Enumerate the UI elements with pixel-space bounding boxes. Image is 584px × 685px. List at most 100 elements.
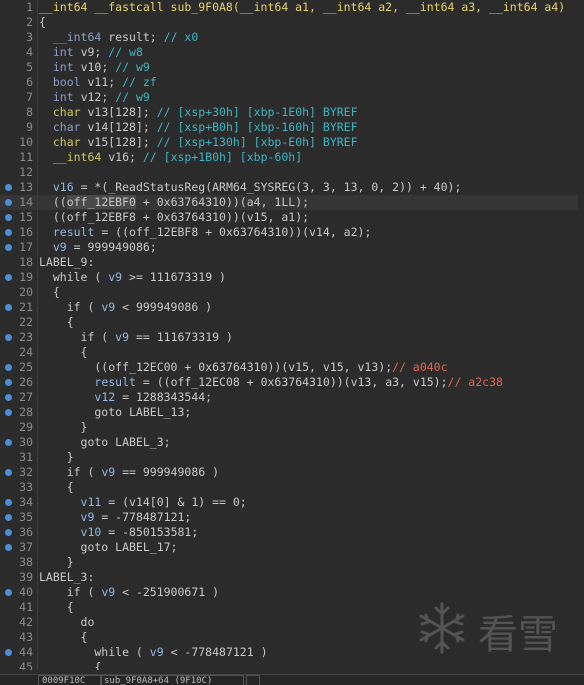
line-gutter[interactable]: 34	[0, 495, 38, 510]
line-gutter[interactable]: 41	[0, 600, 38, 615]
code-text[interactable]: {	[39, 345, 88, 360]
breakpoint-dot-icon[interactable]	[5, 364, 12, 371]
code-text[interactable]: v10 = -850153581;	[39, 525, 199, 540]
code-text[interactable]: LABEL_9:	[39, 255, 94, 270]
code-text[interactable]: goto LABEL_17;	[39, 540, 178, 555]
line-gutter[interactable]: 22	[0, 315, 38, 330]
line-gutter[interactable]: 31	[0, 450, 38, 465]
code-line[interactable]: 11 __int64 v16; // [xsp+1B0h] [xbp-60h]	[0, 150, 584, 165]
line-gutter[interactable]: 9	[0, 120, 38, 135]
code-text[interactable]: char v13[128]; // [xsp+30h] [xbp-1E0h] B…	[39, 105, 358, 120]
line-gutter[interactable]: 18	[0, 255, 38, 270]
breakpoint-dot-icon[interactable]	[5, 379, 12, 386]
code-line[interactable]: 26 result = ((off_12EC08 + 0x63764310))(…	[0, 375, 584, 390]
code-text[interactable]: {	[39, 15, 46, 30]
line-gutter[interactable]: 16	[0, 225, 38, 240]
breakpoint-dot-icon[interactable]	[5, 229, 12, 236]
code-text[interactable]: v11 = (v14[0] & 1) == 0;	[39, 495, 247, 510]
line-gutter[interactable]: 26	[0, 375, 38, 390]
code-line[interactable]: 14 ((off_12EBF0 + 0x63764310))(a4, 1LL);	[0, 195, 584, 210]
breakpoint-dot-icon[interactable]	[5, 529, 12, 536]
code-line[interactable]: 30 goto LABEL_3;	[0, 435, 584, 450]
code-line[interactable]: 7 int v12; // w9	[0, 90, 584, 105]
line-gutter[interactable]: 44	[0, 645, 38, 660]
breakpoint-dot-icon[interactable]	[5, 514, 12, 521]
line-gutter[interactable]: 15	[0, 210, 38, 225]
code-text[interactable]: {	[39, 315, 74, 330]
line-gutter[interactable]: 24	[0, 345, 38, 360]
code-text[interactable]: v16 = *(_ReadStatusReg(ARM64_SYSREG(3, 3…	[39, 180, 462, 195]
code-line[interactable]: 13 v16 = *(_ReadStatusReg(ARM64_SYSREG(3…	[0, 180, 584, 195]
code-line[interactable]: 20 {	[0, 285, 584, 300]
code-line[interactable]: 23 if ( v9 == 111673319 )	[0, 330, 584, 345]
line-gutter[interactable]: 3	[0, 30, 38, 45]
line-gutter[interactable]: 32	[0, 465, 38, 480]
breakpoint-dot-icon[interactable]	[5, 544, 12, 551]
line-gutter[interactable]: 29	[0, 420, 38, 435]
line-gutter[interactable]: 2	[0, 15, 38, 30]
code-line[interactable]: 6 bool v11; // zf	[0, 75, 584, 90]
code-line[interactable]: 29 }	[0, 420, 584, 435]
code-text[interactable]: {	[39, 480, 74, 495]
code-text[interactable]: __int64 v16; // [xsp+1B0h] [xbp-60h]	[39, 150, 302, 165]
breakpoint-dot-icon[interactable]	[5, 274, 12, 281]
code-line[interactable]: 18 LABEL_9:	[0, 255, 584, 270]
code-text[interactable]: {	[39, 600, 74, 615]
code-text[interactable]: char v15[128]; // [xsp+130h] [xbp-E0h] B…	[39, 135, 358, 150]
line-gutter[interactable]: 12	[0, 165, 38, 180]
code-line[interactable]: 5 int v10; // w9	[0, 60, 584, 75]
code-text[interactable]: __int64 result; // x0	[39, 30, 198, 45]
code-line[interactable]: 15 ((off_12EBF8 + 0x63764310))(v15, a1);	[0, 210, 584, 225]
code-text[interactable]: do	[39, 615, 95, 630]
code-line[interactable]: 3 __int64 result; // x0	[0, 30, 584, 45]
code-line[interactable]: 34 v11 = (v14[0] & 1) == 0;	[0, 495, 584, 510]
pseudocode-editor[interactable]: 1 __int64 __fastcall sub_9F0A8(__int64 a1…	[0, 0, 584, 670]
line-gutter[interactable]: 11	[0, 150, 38, 165]
line-gutter[interactable]: 8	[0, 105, 38, 120]
breakpoint-dot-icon[interactable]	[5, 184, 12, 191]
line-gutter[interactable]: 21	[0, 300, 38, 315]
code-text[interactable]: int v9; // w8	[39, 45, 143, 60]
code-line[interactable]: 35 v9 = -778487121;	[0, 510, 584, 525]
line-gutter[interactable]: 30	[0, 435, 38, 450]
code-line[interactable]: 32 if ( v9 == 999949086 )	[0, 465, 584, 480]
line-gutter[interactable]: 36	[0, 525, 38, 540]
line-gutter[interactable]: 25	[0, 360, 38, 375]
code-line[interactable]: 24 {	[0, 345, 584, 360]
code-text[interactable]: if ( v9 == 999949086 )	[39, 465, 219, 480]
line-gutter[interactable]: 27	[0, 390, 38, 405]
code-line[interactable]: 37 goto LABEL_17;	[0, 540, 584, 555]
line-gutter[interactable]: 23	[0, 330, 38, 345]
code-line[interactable]: 36 v10 = -850153581;	[0, 525, 584, 540]
code-text[interactable]: ((off_12EC00 + 0x63764310))(v15, v15, v1…	[39, 360, 447, 375]
code-line[interactable]: 33 {	[0, 480, 584, 495]
code-line[interactable]: 4 int v9; // w8	[0, 45, 584, 60]
code-text[interactable]: if ( v9 < 999949086 )	[39, 300, 212, 315]
code-line[interactable]: 39 LABEL_3:	[0, 570, 584, 585]
code-line[interactable]: 17 v9 = 999949086;	[0, 240, 584, 255]
line-gutter[interactable]: 39	[0, 570, 38, 585]
line-gutter[interactable]: 20	[0, 285, 38, 300]
vertical-scrollbar[interactable]	[578, 0, 584, 670]
code-text[interactable]: }	[39, 420, 88, 435]
code-line[interactable]: 21 if ( v9 < 999949086 )	[0, 300, 584, 315]
breakpoint-dot-icon[interactable]	[5, 214, 12, 221]
code-text[interactable]: int v12; // w9	[39, 90, 150, 105]
line-gutter[interactable]: 45	[0, 660, 38, 670]
code-line[interactable]: 45 {	[0, 660, 584, 670]
line-gutter[interactable]: 28	[0, 405, 38, 420]
breakpoint-dot-icon[interactable]	[5, 649, 12, 656]
code-line[interactable]: 8 char v13[128]; // [xsp+30h] [xbp-1E0h]…	[0, 105, 584, 120]
breakpoint-dot-icon[interactable]	[5, 409, 12, 416]
breakpoint-dot-icon[interactable]	[5, 499, 12, 506]
breakpoint-dot-icon[interactable]	[5, 439, 12, 446]
line-gutter[interactable]: 35	[0, 510, 38, 525]
code-line[interactable]: 38 }	[0, 555, 584, 570]
code-line[interactable]: 10 char v15[128]; // [xsp+130h] [xbp-E0h…	[0, 135, 584, 150]
code-text[interactable]: goto LABEL_13;	[39, 405, 191, 420]
breakpoint-dot-icon[interactable]	[5, 394, 12, 401]
code-text[interactable]: int v10; // w9	[39, 60, 150, 75]
line-gutter[interactable]: 38	[0, 555, 38, 570]
line-gutter[interactable]: 10	[0, 135, 38, 150]
code-text[interactable]: ((off_12EBF0 + 0x63764310))(a4, 1LL);	[39, 195, 309, 210]
